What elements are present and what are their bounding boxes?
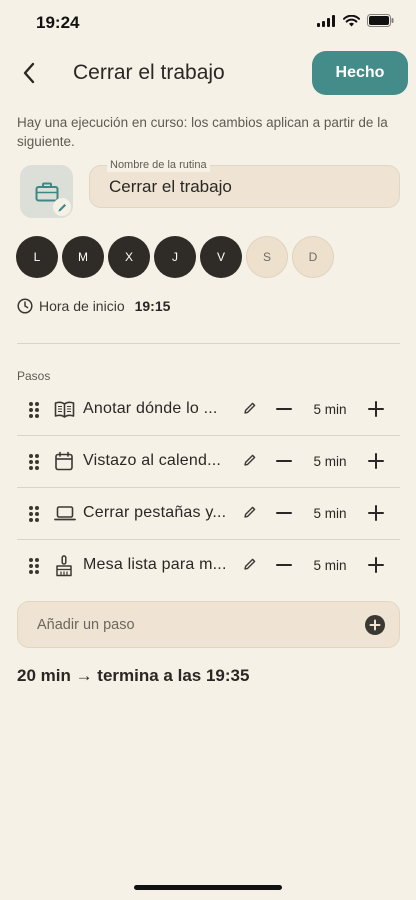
status-bar: 19:24 bbox=[0, 0, 416, 44]
page-title: Cerrar el trabajo bbox=[73, 61, 225, 84]
increase-duration-button[interactable] bbox=[365, 398, 387, 420]
routine-name-value[interactable]: Cerrar el trabajo bbox=[109, 177, 232, 197]
step-row: Anotar dónde lo ... 5 min bbox=[17, 384, 400, 436]
decrease-duration-button[interactable] bbox=[273, 398, 295, 420]
routine-icon-picker[interactable] bbox=[20, 165, 73, 218]
pencil-icon[interactable] bbox=[243, 505, 257, 519]
clock-icon bbox=[17, 298, 33, 314]
drag-handle-icon[interactable] bbox=[28, 505, 40, 523]
book-icon bbox=[54, 401, 75, 418]
home-indicator bbox=[134, 885, 282, 890]
briefcase-icon bbox=[35, 182, 58, 201]
steps-heading: Pasos bbox=[17, 369, 51, 383]
add-step-label: Añadir un paso bbox=[37, 617, 135, 633]
day-sunday[interactable]: D bbox=[292, 236, 334, 278]
section-divider bbox=[17, 343, 400, 344]
start-time-row[interactable]: Hora de inicio 19:15 bbox=[17, 297, 170, 315]
done-button[interactable]: Hecho bbox=[312, 51, 408, 95]
step-name[interactable]: Anotar dónde lo ... bbox=[83, 400, 243, 418]
day-wednesday[interactable]: X bbox=[108, 236, 150, 278]
day-thursday[interactable]: J bbox=[154, 236, 196, 278]
day-saturday[interactable]: S bbox=[246, 236, 288, 278]
running-notice: Hay una ejecución en curso: los cambios … bbox=[17, 115, 388, 149]
broom-icon bbox=[56, 555, 72, 577]
header: Cerrar el trabajo Hecho bbox=[0, 48, 416, 98]
start-time-value[interactable]: 19:15 bbox=[135, 298, 171, 314]
start-time-label: Hora de inicio bbox=[39, 298, 125, 314]
duration-summary: 20 min → termina a las 19:35 bbox=[17, 666, 250, 685]
decrease-duration-button[interactable] bbox=[273, 554, 295, 576]
step-name[interactable]: Mesa lista para m... bbox=[83, 556, 243, 574]
chevron-left-icon bbox=[23, 62, 35, 84]
day-friday[interactable]: V bbox=[200, 236, 242, 278]
step-row: Mesa lista para m... 5 min bbox=[17, 540, 400, 592]
step-name[interactable]: Vistazo al calend... bbox=[83, 452, 243, 470]
pencil-icon[interactable] bbox=[243, 557, 257, 571]
pencil-icon bbox=[58, 203, 66, 211]
routine-name-field[interactable]: Nombre de la rutina Cerrar el trabajo bbox=[89, 159, 400, 208]
status-time: 19:24 bbox=[36, 13, 80, 32]
plus-circle-icon bbox=[365, 615, 385, 635]
step-duration: 5 min bbox=[313, 558, 347, 573]
edit-badge bbox=[53, 198, 71, 216]
day-monday[interactable]: L bbox=[16, 236, 58, 278]
weekday-selector: L M X J V S D bbox=[16, 236, 334, 278]
step-duration: 5 min bbox=[313, 454, 347, 469]
increase-duration-button[interactable] bbox=[365, 502, 387, 524]
signal-icon bbox=[317, 14, 335, 27]
battery-icon bbox=[367, 14, 394, 27]
routine-name-label: Nombre de la rutina bbox=[107, 159, 210, 172]
step-name[interactable]: Cerrar pestañas y... bbox=[83, 504, 243, 522]
wifi-icon bbox=[343, 14, 360, 26]
pencil-icon[interactable] bbox=[243, 401, 257, 415]
increase-duration-button[interactable] bbox=[365, 450, 387, 472]
add-step-button[interactable]: Añadir un paso bbox=[17, 601, 400, 648]
back-button[interactable] bbox=[14, 58, 44, 88]
pencil-icon[interactable] bbox=[243, 453, 257, 467]
day-tuesday[interactable]: M bbox=[62, 236, 104, 278]
step-duration: 5 min bbox=[313, 506, 347, 521]
decrease-duration-button[interactable] bbox=[273, 450, 295, 472]
status-icons bbox=[317, 14, 394, 27]
step-row: Cerrar pestañas y... 5 min bbox=[17, 488, 400, 540]
step-duration: 5 min bbox=[313, 402, 347, 417]
laptop-icon bbox=[54, 506, 76, 521]
decrease-duration-button[interactable] bbox=[273, 502, 295, 524]
calendar-icon bbox=[55, 451, 73, 471]
step-row: Vistazo al calend... 5 min bbox=[17, 436, 400, 488]
drag-handle-icon[interactable] bbox=[28, 453, 40, 471]
increase-duration-button[interactable] bbox=[365, 554, 387, 576]
drag-handle-icon[interactable] bbox=[28, 401, 40, 419]
drag-handle-icon[interactable] bbox=[28, 557, 40, 575]
